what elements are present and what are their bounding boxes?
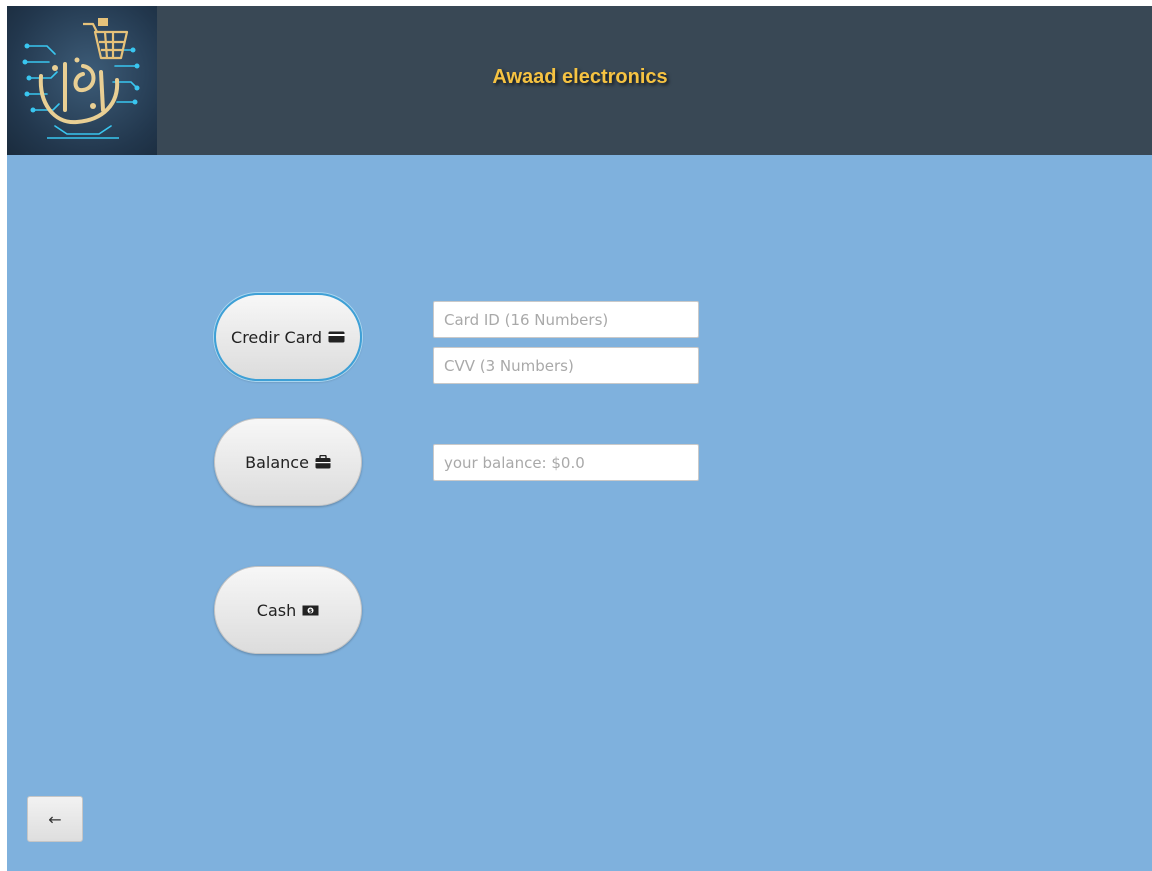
header-bar: Awaad electronics bbox=[7, 6, 1152, 155]
app-window: Awaad electronics Credir Card Balance Ca… bbox=[7, 6, 1152, 871]
balance-button-label: Balance bbox=[245, 452, 309, 472]
back-arrow-icon: ← bbox=[48, 809, 62, 829]
credit-card-button[interactable]: Credir Card bbox=[214, 293, 362, 381]
card-id-input[interactable] bbox=[433, 301, 699, 338]
store-title: Awaad electronics bbox=[492, 66, 668, 88]
shopping-cart-logo-icon bbox=[7, 6, 157, 155]
balance-field[interactable] bbox=[433, 444, 699, 481]
cash-button-label: Cash bbox=[256, 600, 297, 620]
back-button[interactable]: ← bbox=[27, 796, 83, 842]
cvv-input[interactable] bbox=[433, 347, 699, 384]
credit-card-button-label: Credir Card bbox=[231, 327, 322, 347]
balance-button[interactable]: Balance bbox=[214, 418, 362, 506]
svg-text:$: $ bbox=[309, 608, 313, 614]
briefcase-icon bbox=[315, 455, 331, 469]
credit-card-icon bbox=[328, 331, 345, 343]
money-bill-icon: $ bbox=[302, 605, 319, 616]
cash-button[interactable]: Cash $ bbox=[214, 566, 362, 654]
